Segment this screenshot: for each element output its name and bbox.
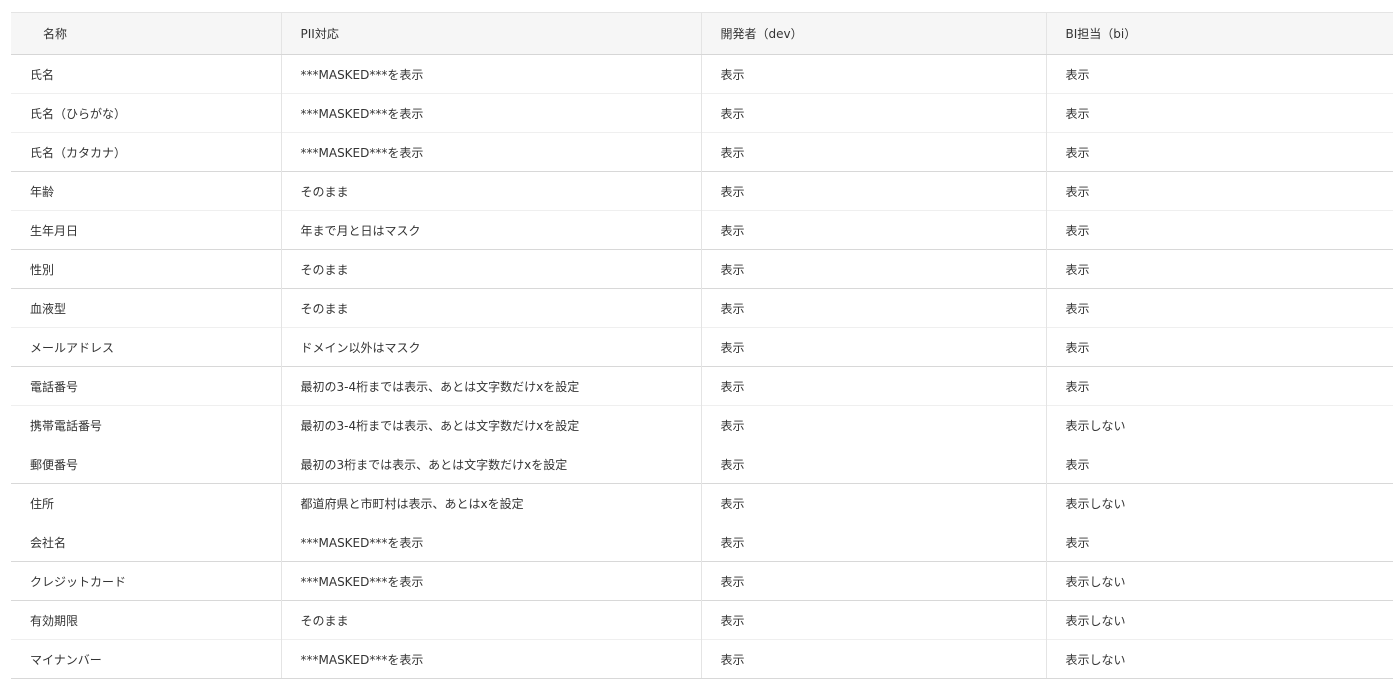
cell-pii: ***MASKED***を表示 bbox=[280, 132, 701, 172]
cell-name: 氏名（カタカナ） bbox=[11, 132, 281, 172]
cell-name: 氏名（ひらがな） bbox=[11, 93, 281, 133]
table-row: 郵便番号 最初の3桁までは表示、あとは文字数だけxを設定 表示 表示 bbox=[11, 444, 1393, 484]
cell-dev: 表示 bbox=[700, 171, 1046, 211]
cell-dev: 表示 bbox=[700, 288, 1046, 328]
cell-pii: ***MASKED***を表示 bbox=[280, 561, 701, 601]
cell-pii: ***MASKED***を表示 bbox=[280, 54, 701, 94]
cell-bi: 表示 bbox=[1045, 93, 1393, 133]
cell-dev: 表示 bbox=[700, 600, 1046, 640]
cell-pii: そのまま bbox=[280, 171, 701, 211]
cell-dev: 表示 bbox=[700, 522, 1046, 562]
cell-pii: 都道府県と市町村は表示、あとはxを設定 bbox=[280, 483, 701, 523]
cell-dev: 表示 bbox=[700, 561, 1046, 601]
cell-name: クレジットカード bbox=[11, 561, 281, 601]
cell-name: 会社名 bbox=[30, 535, 67, 550]
cell-name: 年齢 bbox=[11, 171, 281, 211]
cell-dev: 表示 bbox=[700, 54, 1046, 94]
table-row: 有効期限 そのまま 表示 表示しない bbox=[11, 600, 1393, 640]
cell-pii: 年まで月と日はマスク bbox=[280, 210, 701, 250]
cell-bi: 表示しない bbox=[1045, 561, 1393, 601]
cell-pii: ***MASKED***を表示 bbox=[280, 93, 701, 133]
pii-table-container: 名称 PII対応 開発者（dev） BI担当（bi） 氏名 ***MASKED**… bbox=[11, 12, 1393, 679]
cell-name: 生年月日 bbox=[11, 210, 281, 250]
cell-name: 血液型 bbox=[11, 288, 281, 328]
cell-name: マイナンバー bbox=[11, 639, 281, 679]
header-bi[interactable]: BI担当（bi） bbox=[1045, 12, 1393, 55]
table-row: 氏名（カタカナ） ***MASKED***を表示 表示 表示 bbox=[11, 132, 1393, 172]
header-dev[interactable]: 開発者（dev） bbox=[700, 12, 1046, 55]
cell-name: 住所 bbox=[11, 483, 281, 523]
cell-bi: 表示しない bbox=[1045, 405, 1393, 445]
cell-dev: 表示 bbox=[700, 639, 1046, 679]
cell-bi: 表示 bbox=[1045, 522, 1393, 562]
cell-name: 有効期限 bbox=[11, 600, 281, 640]
cell-dev: 表示 bbox=[700, 249, 1046, 289]
header-name[interactable]: 名称 bbox=[11, 12, 281, 55]
table-row: 会社名 ***MASKED***を表示 表示 表示 bbox=[11, 522, 1393, 562]
cell-bi: 表示 bbox=[1045, 54, 1393, 94]
cell-dev: 表示 bbox=[700, 405, 1046, 445]
cell-bi: 表示 bbox=[1045, 210, 1393, 250]
header-row: 名称 PII対応 開発者（dev） BI担当（bi） bbox=[11, 12, 1393, 55]
table-row: クレジットカード ***MASKED***を表示 表示 表示しない bbox=[11, 561, 1393, 601]
cell-dev: 表示 bbox=[700, 483, 1046, 523]
cell-dev: 表示 bbox=[700, 210, 1046, 250]
table-row: 住所 都道府県と市町村は表示、あとはxを設定 表示 表示しない bbox=[11, 483, 1393, 523]
table-header: 名称 PII対応 開発者（dev） BI担当（bi） bbox=[11, 12, 1393, 55]
cell-bi: 表示 bbox=[1045, 327, 1393, 367]
cell-pii: 最初の3-4桁までは表示、あとは文字数だけxを設定 bbox=[280, 366, 701, 406]
cell-pii: そのまま bbox=[280, 600, 701, 640]
cell-dev: 表示 bbox=[700, 327, 1046, 367]
cell-bi: 表示しない bbox=[1045, 600, 1393, 640]
cell-name: 携帯電話番号 bbox=[11, 405, 281, 445]
cell-dev: 表示 bbox=[700, 132, 1046, 172]
cell-bi: 表示しない bbox=[1045, 639, 1393, 679]
table-row: 氏名 ***MASKED***を表示 表示 表示 bbox=[11, 54, 1393, 94]
cell-pii: そのまま bbox=[280, 249, 701, 289]
table-row: 性別 そのまま 表示 表示 bbox=[11, 249, 1393, 289]
cell-bi: 表示 bbox=[1045, 249, 1393, 289]
table-row: 血液型 そのまま 表示 表示 bbox=[11, 288, 1393, 328]
cell-bi: 表示 bbox=[1045, 444, 1393, 484]
table-row: 生年月日 年まで月と日はマスク 表示 表示 bbox=[11, 210, 1393, 250]
cell-name: メールアドレス bbox=[11, 327, 281, 367]
cell-dev: 表示 bbox=[700, 444, 1046, 484]
table-row: マイナンバー ***MASKED***を表示 表示 表示しない bbox=[11, 639, 1393, 679]
table-row: 電話番号 最初の3-4桁までは表示、あとは文字数だけxを設定 表示 表示 bbox=[11, 366, 1393, 406]
cell-name: 郵便番号 bbox=[30, 457, 79, 472]
cell-bi: 表示 bbox=[1045, 288, 1393, 328]
table-row: 携帯電話番号 最初の3-4桁までは表示、あとは文字数だけxを設定 表示 表示しない bbox=[11, 405, 1393, 445]
pii-masking-table: 名称 PII対応 開発者（dev） BI担当（bi） 氏名 ***MASKED**… bbox=[11, 12, 1393, 679]
cell-dev: 表示 bbox=[700, 366, 1046, 406]
cell-bi: 表示 bbox=[1045, 171, 1393, 211]
cell-pii: ***MASKED***を表示 bbox=[280, 522, 701, 562]
cell-pii: 最初の3桁までは表示、あとは文字数だけxを設定 bbox=[280, 444, 701, 484]
cell-bi: 表示 bbox=[1045, 366, 1393, 406]
cell-bi: 表示しない bbox=[1045, 483, 1393, 523]
cell-bi: 表示 bbox=[1045, 132, 1393, 172]
cell-dev: 表示 bbox=[700, 93, 1046, 133]
table-row: 年齢 そのまま 表示 表示 bbox=[11, 171, 1393, 211]
cell-pii: ***MASKED***を表示 bbox=[280, 639, 701, 679]
cell-pii: ドメイン以外はマスク bbox=[280, 327, 701, 367]
cell-pii: そのまま bbox=[280, 288, 701, 328]
cell-name: 氏名 bbox=[11, 54, 281, 94]
table-body: 氏名 ***MASKED***を表示 表示 表示 氏名（ひらがな） ***MASKED**… bbox=[11, 54, 1393, 679]
cell-name: 電話番号 bbox=[11, 366, 281, 406]
cell-pii: 最初の3-4桁までは表示、あとは文字数だけxを設定 bbox=[280, 405, 701, 445]
table-row: 氏名（ひらがな） ***MASKED***を表示 表示 表示 bbox=[11, 93, 1393, 133]
header-pii[interactable]: PII対応 bbox=[280, 12, 701, 55]
table-row: メールアドレス ドメイン以外はマスク 表示 表示 bbox=[11, 327, 1393, 367]
cell-name: 性別 bbox=[11, 249, 281, 289]
